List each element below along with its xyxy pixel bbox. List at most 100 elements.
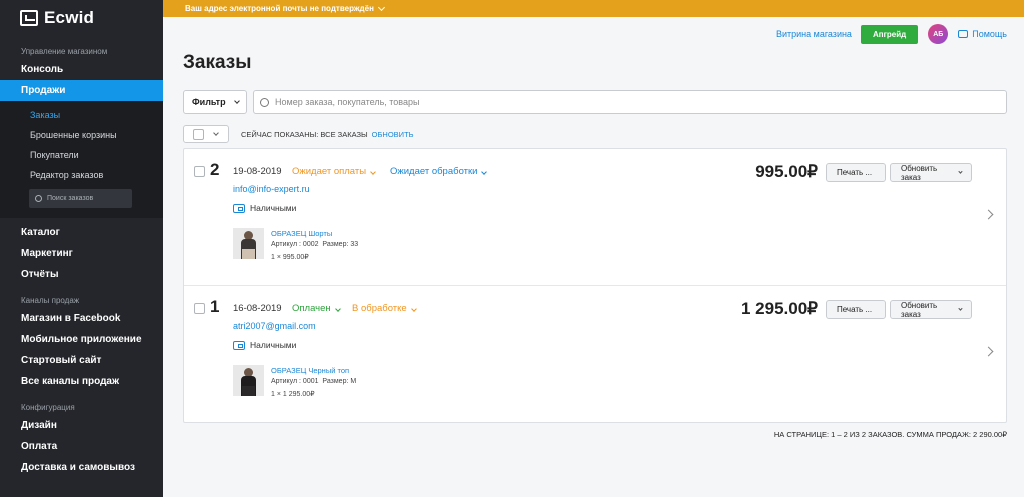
- cart-icon: [20, 10, 38, 26]
- product-option: Размер: M: [322, 378, 357, 385]
- print-button[interactable]: Печать ...: [826, 163, 886, 182]
- chevron-down-icon: [410, 306, 417, 312]
- sidebar-subitem-orders[interactable]: Заказы: [0, 105, 163, 125]
- product-name[interactable]: ОБРАЗЕЦ Черный топ: [271, 366, 349, 375]
- product-qty: 1 × 1 295.00₽: [271, 391, 315, 398]
- product-meta: Артикул : 0001 Размер: M: [271, 378, 356, 385]
- sidebar-search-placeholder: Поиск заказов: [47, 195, 94, 202]
- chat-icon: [958, 30, 969, 38]
- orders-list: 2 19-08-2019 Ожидает оплаты Ожидает обра…: [183, 148, 1007, 423]
- sidebar-item-sales[interactable]: Продажи: [0, 80, 163, 101]
- chevron-right-icon[interactable]: [983, 346, 994, 357]
- sidebar: Ecwid Управление магазином Консоль Прода…: [0, 0, 163, 497]
- customer-email[interactable]: atri2007@gmail.com: [233, 321, 316, 331]
- chevron-down-icon: [213, 129, 219, 136]
- update-order-label: Обновить заказ: [901, 163, 938, 182]
- chevron-down-icon: [377, 3, 385, 11]
- fulfillment-status-label: Ожидает обработки: [390, 166, 478, 177]
- payment-method: Наличными: [233, 340, 296, 350]
- chevron-down-icon: [481, 169, 488, 175]
- filter-button[interactable]: Фильтр: [183, 90, 247, 114]
- customer-email[interactable]: info@info-expert.ru: [233, 184, 310, 194]
- chevron-down-icon: [958, 168, 963, 174]
- sidebar-item-catalog[interactable]: Каталог: [0, 222, 163, 243]
- wallet-icon: [233, 340, 245, 350]
- sidebar-item-console[interactable]: Консоль: [0, 59, 163, 80]
- order-number[interactable]: 1: [210, 297, 219, 317]
- chevron-down-icon: [233, 97, 240, 104]
- product-qty: 1 × 995.00₽: [271, 254, 309, 261]
- sidebar-item-design[interactable]: Дизайн: [0, 415, 163, 436]
- update-order-button[interactable]: Обновить заказ: [890, 163, 972, 182]
- order-checkbox[interactable]: [194, 166, 205, 177]
- fulfillment-status-label: В обработке: [352, 303, 407, 314]
- chevron-down-icon: [334, 306, 341, 312]
- fulfillment-status-dropdown[interactable]: Ожидает обработки: [390, 166, 488, 177]
- logo[interactable]: Ecwid: [0, 0, 163, 36]
- order-number[interactable]: 2: [210, 160, 219, 180]
- order-date: 16-08-2019: [233, 303, 282, 314]
- sidebar-item-starter-site[interactable]: Стартовый сайт: [0, 350, 163, 371]
- select-all-checkbox[interactable]: [193, 128, 204, 140]
- refresh-link[interactable]: ОБНОВИТЬ: [372, 130, 414, 139]
- topbar: Витрина магазина Апгрейд АБ Помощь: [776, 17, 1024, 51]
- bulk-select-dropdown[interactable]: [183, 125, 229, 143]
- chevron-right-icon[interactable]: [983, 209, 994, 220]
- fulfillment-status-dropdown[interactable]: В обработке: [352, 303, 417, 314]
- sidebar-item-facebook-store[interactable]: Магазин в Facebook: [0, 308, 163, 329]
- logo-text: Ecwid: [44, 8, 95, 27]
- page-title: Заказы: [183, 52, 252, 73]
- help-link[interactable]: Помощь: [958, 29, 1007, 39]
- email-verification-banner[interactable]: Ваш адрес электронной почты не подтвержд…: [163, 0, 1024, 17]
- order-date: 19-08-2019: [233, 166, 282, 177]
- update-order-button[interactable]: Обновить заказ: [890, 300, 972, 319]
- section-sales-channels: Каналы продаж: [21, 296, 80, 305]
- filter-row: Фильтр Номер заказа, покупатель, товары: [183, 90, 1007, 114]
- payment-status-dropdown[interactable]: Оплачен: [292, 303, 341, 314]
- bulk-select-row: СЕЙЧАС ПОКАЗАНЫ: ВСЕ ЗАКАЗЫ ОБНОВИТЬ: [183, 125, 414, 143]
- storefront-link[interactable]: Витрина магазина: [776, 29, 852, 39]
- upgrade-button[interactable]: Апгрейд: [860, 24, 919, 44]
- sidebar-item-mobile-app[interactable]: Мобильное приложение: [0, 329, 163, 350]
- sales-submenu: Заказы Брошенные корзины Покупатели Реда…: [0, 101, 163, 218]
- sidebar-subitem-customers[interactable]: Покупатели: [0, 145, 163, 165]
- sidebar-item-marketing[interactable]: Маркетинг: [0, 243, 163, 264]
- section-store-management: Управление магазином: [21, 47, 108, 56]
- payment-status-label: Ожидает оплаты: [292, 166, 367, 177]
- product-option: Размер: 33: [322, 241, 359, 248]
- payment-method-label: Наличными: [250, 203, 297, 213]
- order-search-input[interactable]: Номер заказа, покупатель, товары: [253, 90, 1007, 114]
- product-name[interactable]: ОБРАЗЕЦ Шорты: [271, 229, 332, 238]
- product-meta: Артикул : 0002 Размер: 33: [271, 241, 358, 248]
- payment-status-label: Оплачен: [292, 303, 331, 314]
- update-order-label: Обновить заказ: [901, 300, 938, 319]
- sidebar-subitem-abandoned-carts[interactable]: Брошенные корзины: [0, 125, 163, 145]
- product-thumbnail[interactable]: [233, 228, 264, 259]
- product-sku: Артикул : 0002: [271, 241, 319, 248]
- help-label: Помощь: [972, 29, 1007, 39]
- search-icon: [260, 97, 269, 107]
- sidebar-item-delivery[interactable]: Доставка и самовывоз: [0, 457, 163, 478]
- order-row[interactable]: 2 19-08-2019 Ожидает оплаты Ожидает обра…: [184, 149, 1006, 286]
- sidebar-order-search[interactable]: Поиск заказов: [29, 189, 132, 208]
- sidebar-item-all-channels[interactable]: Все каналы продаж: [0, 371, 163, 392]
- avatar[interactable]: АБ: [928, 24, 949, 44]
- order-total: 995.00₽: [755, 162, 818, 181]
- chevron-down-icon: [958, 305, 963, 311]
- search-placeholder: Номер заказа, покупатель, товары: [275, 97, 420, 107]
- page-summary: НА СТРАНИЦЕ: 1 – 2 ИЗ 2 ЗАКАЗОВ. СУММА П…: [773, 430, 1007, 439]
- payment-method: Наличными: [233, 203, 296, 213]
- product-thumbnail[interactable]: [233, 365, 264, 396]
- filter-label: Фильтр: [192, 97, 226, 107]
- order-row[interactable]: 1 16-08-2019 Оплачен В обработке atri200…: [184, 286, 1006, 423]
- product-sku: Артикул : 0001: [271, 378, 319, 385]
- sidebar-subitem-order-editor[interactable]: Редактор заказов: [0, 165, 163, 185]
- print-button[interactable]: Печать ...: [826, 300, 886, 319]
- sidebar-item-reports[interactable]: Отчёты: [0, 264, 163, 285]
- payment-method-label: Наличными: [250, 340, 297, 350]
- order-total: 1 295.00₽: [741, 299, 818, 318]
- wallet-icon: [233, 203, 245, 213]
- payment-status-dropdown[interactable]: Ожидает оплаты: [292, 166, 376, 177]
- sidebar-item-payment[interactable]: Оплата: [0, 436, 163, 457]
- order-checkbox[interactable]: [194, 303, 205, 314]
